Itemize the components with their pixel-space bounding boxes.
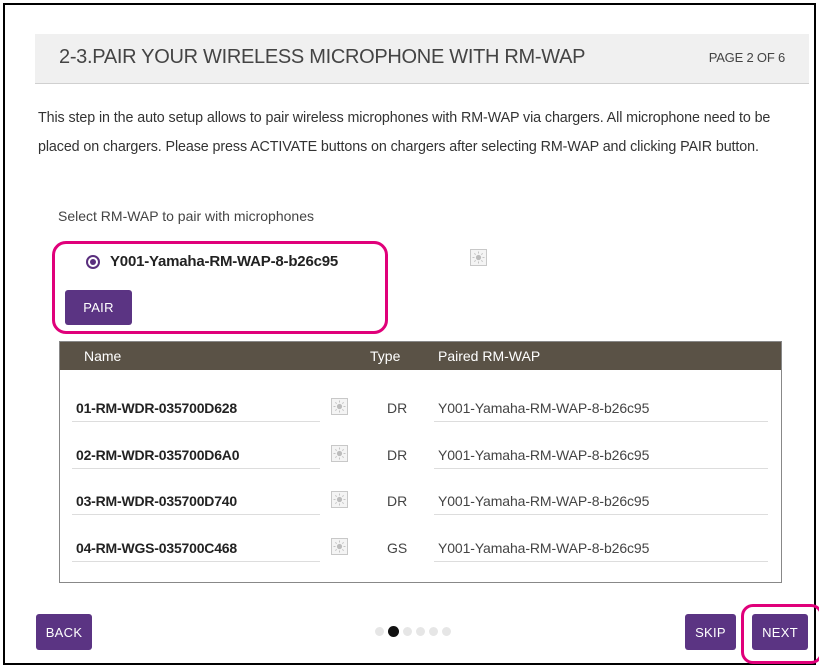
indicator-led-icon[interactable]	[331, 398, 348, 415]
page-indicator: PAGE 2 OF 6	[708, 50, 786, 65]
page-dots	[375, 626, 451, 637]
table-header: Name Type Paired RM-WAP	[60, 342, 781, 370]
row-divider	[434, 514, 768, 515]
row-divider	[434, 468, 768, 469]
indicator-led-icon[interactable]	[470, 249, 487, 266]
row-divider	[72, 514, 320, 515]
mic-name: 03-RM-WDR-035700D740	[76, 493, 237, 509]
table-row[interactable]: 04-RM-WGS-035700C468 GS Y001-Yamaha-RM-W…	[60, 534, 781, 564]
next-button[interactable]: NEXT	[752, 614, 808, 650]
indicator-led-icon[interactable]	[331, 445, 348, 462]
page-dot-5[interactable]	[429, 627, 438, 636]
indicator-led-icon[interactable]	[331, 538, 348, 555]
rmwap-radio-label: Y001-Yamaha-RM-WAP-8-b26c95	[110, 253, 339, 270]
page-dot-3[interactable]	[403, 627, 412, 636]
microphone-table: Name Type Paired RM-WAP 01-RM-WDR-035700…	[59, 341, 782, 583]
page-dot-1[interactable]	[375, 627, 384, 636]
radio-button[interactable]	[86, 254, 100, 269]
page-dot-2-active[interactable]	[388, 626, 399, 637]
mic-paired-rmwap: Y001-Yamaha-RM-WAP-8-b26c95	[438, 447, 650, 463]
row-divider	[72, 468, 320, 469]
mic-type: DR	[387, 400, 408, 416]
table-row[interactable]: 03-RM-WDR-035700D740 DR Y001-Yamaha-RM-W…	[60, 487, 781, 517]
skip-button[interactable]: SKIP	[685, 614, 736, 650]
table-row[interactable]: 02-RM-WDR-035700D6A0 DR Y001-Yamaha-RM-W…	[60, 441, 781, 471]
column-header-name: Name	[84, 348, 122, 364]
page-dot-4[interactable]	[416, 627, 425, 636]
page-dot-6[interactable]	[442, 627, 451, 636]
row-divider	[72, 421, 320, 422]
column-header-type: Type	[370, 348, 401, 364]
row-divider	[434, 561, 768, 562]
mic-paired-rmwap: Y001-Yamaha-RM-WAP-8-b26c95	[438, 400, 650, 416]
mic-name: 02-RM-WDR-035700D6A0	[76, 447, 240, 463]
page-header: 2-3.PAIR YOUR WIRELESS MICROPHONE WITH R…	[35, 34, 809, 84]
indicator-led-icon[interactable]	[331, 491, 348, 508]
mic-name: 01-RM-WDR-035700D628	[76, 400, 237, 416]
row-divider	[72, 561, 320, 562]
radio-selected-dot	[90, 258, 96, 265]
row-divider	[434, 421, 768, 422]
mic-type: DR	[387, 447, 408, 463]
mic-paired-rmwap: Y001-Yamaha-RM-WAP-8-b26c95	[438, 540, 650, 556]
column-header-paired: Paired RM-WAP	[438, 348, 541, 364]
mic-type: GS	[387, 540, 408, 556]
mic-paired-rmwap: Y001-Yamaha-RM-WAP-8-b26c95	[438, 493, 650, 509]
mic-name: 04-RM-WGS-035700C468	[76, 540, 237, 556]
table-row[interactable]: 01-RM-WDR-035700D628 DR Y001-Yamaha-RM-W…	[60, 394, 781, 424]
step-description: This step in the auto setup allows to pa…	[38, 110, 771, 155]
mic-type: DR	[387, 493, 408, 509]
rmwap-radio-option[interactable]: Y001-Yamaha-RM-WAP-8-b26c95	[86, 253, 338, 270]
pair-button[interactable]: PAIR	[65, 290, 132, 325]
page-title: 2-3.PAIR YOUR WIRELESS MICROPHONE WITH R…	[59, 46, 586, 68]
select-rmwap-label: Select RM-WAP to pair with microphones	[58, 208, 314, 224]
back-button[interactable]: BACK	[36, 614, 92, 650]
